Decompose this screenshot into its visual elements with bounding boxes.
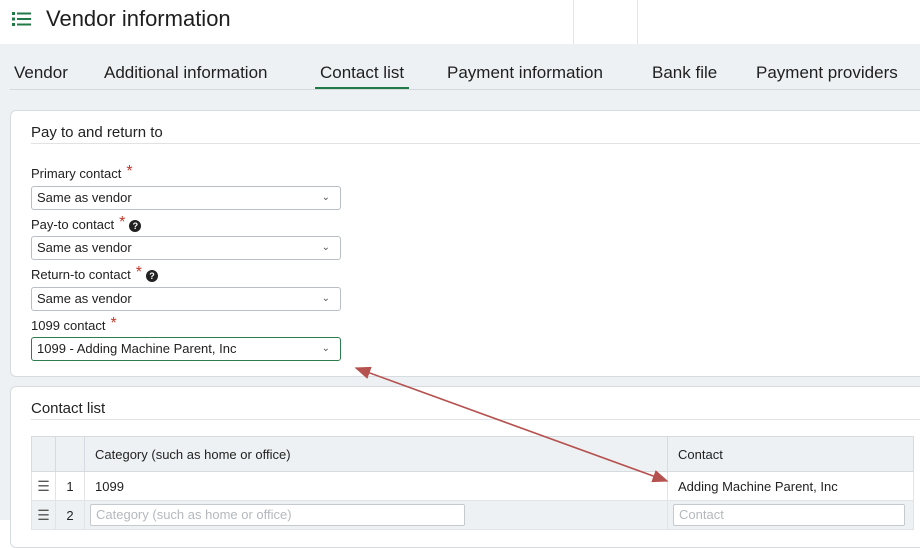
row-number: 2 <box>55 500 85 530</box>
primary-contact-label: Primary contact * <box>31 163 133 181</box>
help-icon[interactable]: ? <box>145 270 158 282</box>
return-to-contact-label: Return-to contact *? <box>31 264 158 284</box>
tab-contact-list[interactable]: Contact list <box>314 63 410 90</box>
contact-input[interactable]: Contact <box>673 504 905 526</box>
tab-bank-file[interactable]: Bank file <box>652 63 717 83</box>
page-header: Vendor information <box>0 0 920 44</box>
header-divider <box>637 0 638 44</box>
chevron-down-icon: ⌄ <box>321 293 330 304</box>
pay-to-contact-label: Pay-to contact *? <box>31 214 142 234</box>
return-to-contact-select[interactable]: Same as vendor ⌄ <box>31 287 341 311</box>
1099-contact-label: 1099 contact * <box>31 315 117 333</box>
tab-payment-providers[interactable]: Payment providers <box>756 63 898 83</box>
row-number-header <box>55 436 85 472</box>
chevron-down-icon: ⌄ <box>321 192 330 203</box>
table-row: ☰ 1 1099 Adding Machine Parent, Inc <box>31 471 914 501</box>
required-marker: * <box>126 163 133 180</box>
section-title: Pay to and return to <box>31 124 163 141</box>
contact-cell[interactable]: Adding Machine Parent, Inc <box>667 471 914 501</box>
contact-list-panel: Contact list Category (such as home or o… <box>10 386 920 548</box>
pay-to-return-to-panel: Pay to and return to Primary contact * Sa… <box>10 110 920 377</box>
drag-handle-icon[interactable]: ☰ <box>37 478 50 494</box>
page-title: Vendor information <box>46 6 231 31</box>
header-divider <box>573 0 574 44</box>
table-row: ☰ 2 Category (such as home or office) Co… <box>31 500 914 530</box>
row-number: 1 <box>55 471 85 501</box>
pay-to-contact-select[interactable]: Same as vendor ⌄ <box>31 236 341 260</box>
drag-handle-icon[interactable]: ☰ <box>37 507 50 523</box>
help-icon[interactable]: ? <box>129 220 142 232</box>
chevron-down-icon: ⌄ <box>321 242 330 253</box>
primary-contact-select[interactable]: Same as vendor ⌄ <box>31 186 341 210</box>
drag-column-header <box>31 436 56 472</box>
list-menu-icon[interactable] <box>12 11 32 27</box>
contact-column-header: Contact <box>667 436 914 472</box>
table-header-row: Category (such as home or office) Contac… <box>31 436 914 472</box>
category-column-header: Category (such as home or office) <box>84 436 668 472</box>
required-marker: * <box>110 315 117 332</box>
section-divider <box>31 143 920 144</box>
category-input[interactable]: Category (such as home or office) <box>90 504 465 526</box>
tab-additional-information[interactable]: Additional information <box>104 63 267 83</box>
category-cell[interactable]: 1099 <box>84 471 668 501</box>
tab-payment-information[interactable]: Payment information <box>447 63 603 83</box>
tabs-divider <box>10 89 920 90</box>
section-divider <box>31 419 920 420</box>
required-marker: * <box>119 214 126 231</box>
section-title: Contact list <box>31 400 106 417</box>
tab-vendor[interactable]: Vendor <box>14 63 68 83</box>
chevron-down-icon: ⌄ <box>321 343 330 354</box>
contact-list-table: Category (such as home or office) Contac… <box>31 436 914 530</box>
required-marker: * <box>135 264 142 281</box>
1099-contact-select[interactable]: 1099 - Adding Machine Parent, Inc ⌄ <box>31 337 341 361</box>
